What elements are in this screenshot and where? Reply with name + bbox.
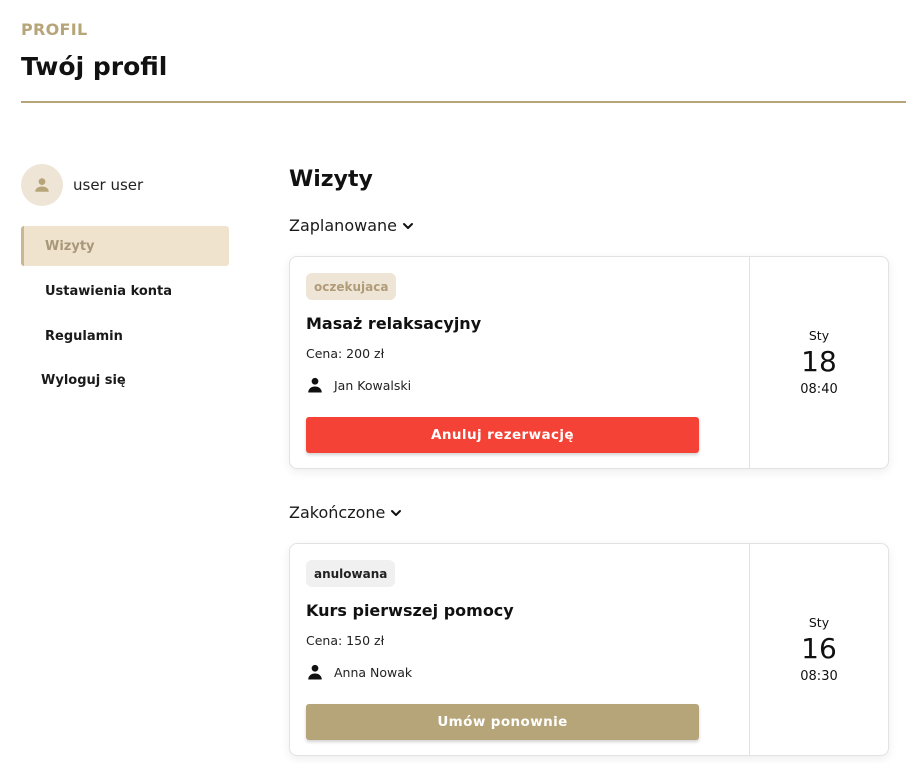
- status-badge: oczekujaca: [306, 273, 397, 300]
- nav-item-visits[interactable]: Wizyty: [21, 226, 229, 266]
- person-icon: [308, 664, 322, 680]
- page-title: Twój profil: [21, 52, 168, 81]
- chevron-down-icon: [402, 222, 413, 229]
- user-avatar-icon: [21, 164, 63, 206]
- appointment-card: anulowana Kurs pierwszej pomocy Cena: 15…: [289, 543, 889, 756]
- service-name: Masaż relaksacyjny: [306, 314, 482, 333]
- specialist: Anna Nowak: [306, 663, 412, 681]
- section-label: Zakończone: [289, 503, 386, 522]
- date-day: 16: [801, 632, 837, 665]
- date-time: 08:40: [800, 382, 838, 397]
- user-name: user user: [73, 176, 144, 194]
- section-toggle-finished[interactable]: Zakończone: [289, 503, 402, 522]
- date-month: Sty: [808, 328, 830, 343]
- page-eyebrow: PROFIL: [21, 20, 88, 39]
- specialist-name: Jan Kowalski: [334, 377, 412, 393]
- profile-sidebar: user user Wizyty Ustawienia konta Regula…: [21, 163, 229, 405]
- rebook-button[interactable]: Umów ponownie: [306, 704, 699, 740]
- service-name: Kurs pierwszej pomocy: [306, 601, 514, 620]
- chevron-down-icon: [391, 509, 402, 516]
- date-day: 18: [801, 345, 837, 378]
- cancel-reservation-button[interactable]: Anuluj rezerwację: [306, 417, 699, 453]
- price: Cena: 150 zł: [306, 633, 385, 648]
- appointment-card: oczekujaca Masaż relaksacyjny Cena: 200 …: [289, 256, 889, 469]
- profile-nav: Wizyty Ustawienia konta Regulamin Wylogu…: [21, 226, 229, 400]
- visits-title: Wizyty: [289, 167, 373, 192]
- specialist: Jan Kowalski: [306, 376, 411, 394]
- person-icon: [308, 377, 322, 393]
- status-badge: anulowana: [306, 560, 396, 587]
- nav-item-account-settings[interactable]: Ustawienia konta: [21, 271, 229, 311]
- nav-item-logout[interactable]: Wyloguj się: [21, 360, 229, 400]
- price: Cena: 200 zł: [306, 346, 385, 361]
- date-month: Sty: [808, 615, 830, 630]
- specialist-name: Anna Nowak: [334, 664, 413, 680]
- header-divider: [21, 101, 906, 103]
- section-toggle-planned[interactable]: Zaplanowane: [289, 216, 414, 235]
- appointment-details: anulowana Kurs pierwszej pomocy Cena: 15…: [290, 544, 750, 755]
- nav-item-terms[interactable]: Regulamin: [21, 316, 229, 356]
- appointment-date: Sty 16 08:30: [750, 544, 888, 755]
- date-time: 08:30: [800, 669, 838, 684]
- appointment-details: oczekujaca Masaż relaksacyjny Cena: 200 …: [290, 257, 750, 468]
- profile-page: PROFIL Twój profil user user Wizyty Usta…: [0, 0, 906, 763]
- appointment-date: Sty 18 08:40: [750, 257, 888, 468]
- section-label: Zaplanowane: [289, 216, 397, 235]
- user-info: user user: [21, 163, 229, 207]
